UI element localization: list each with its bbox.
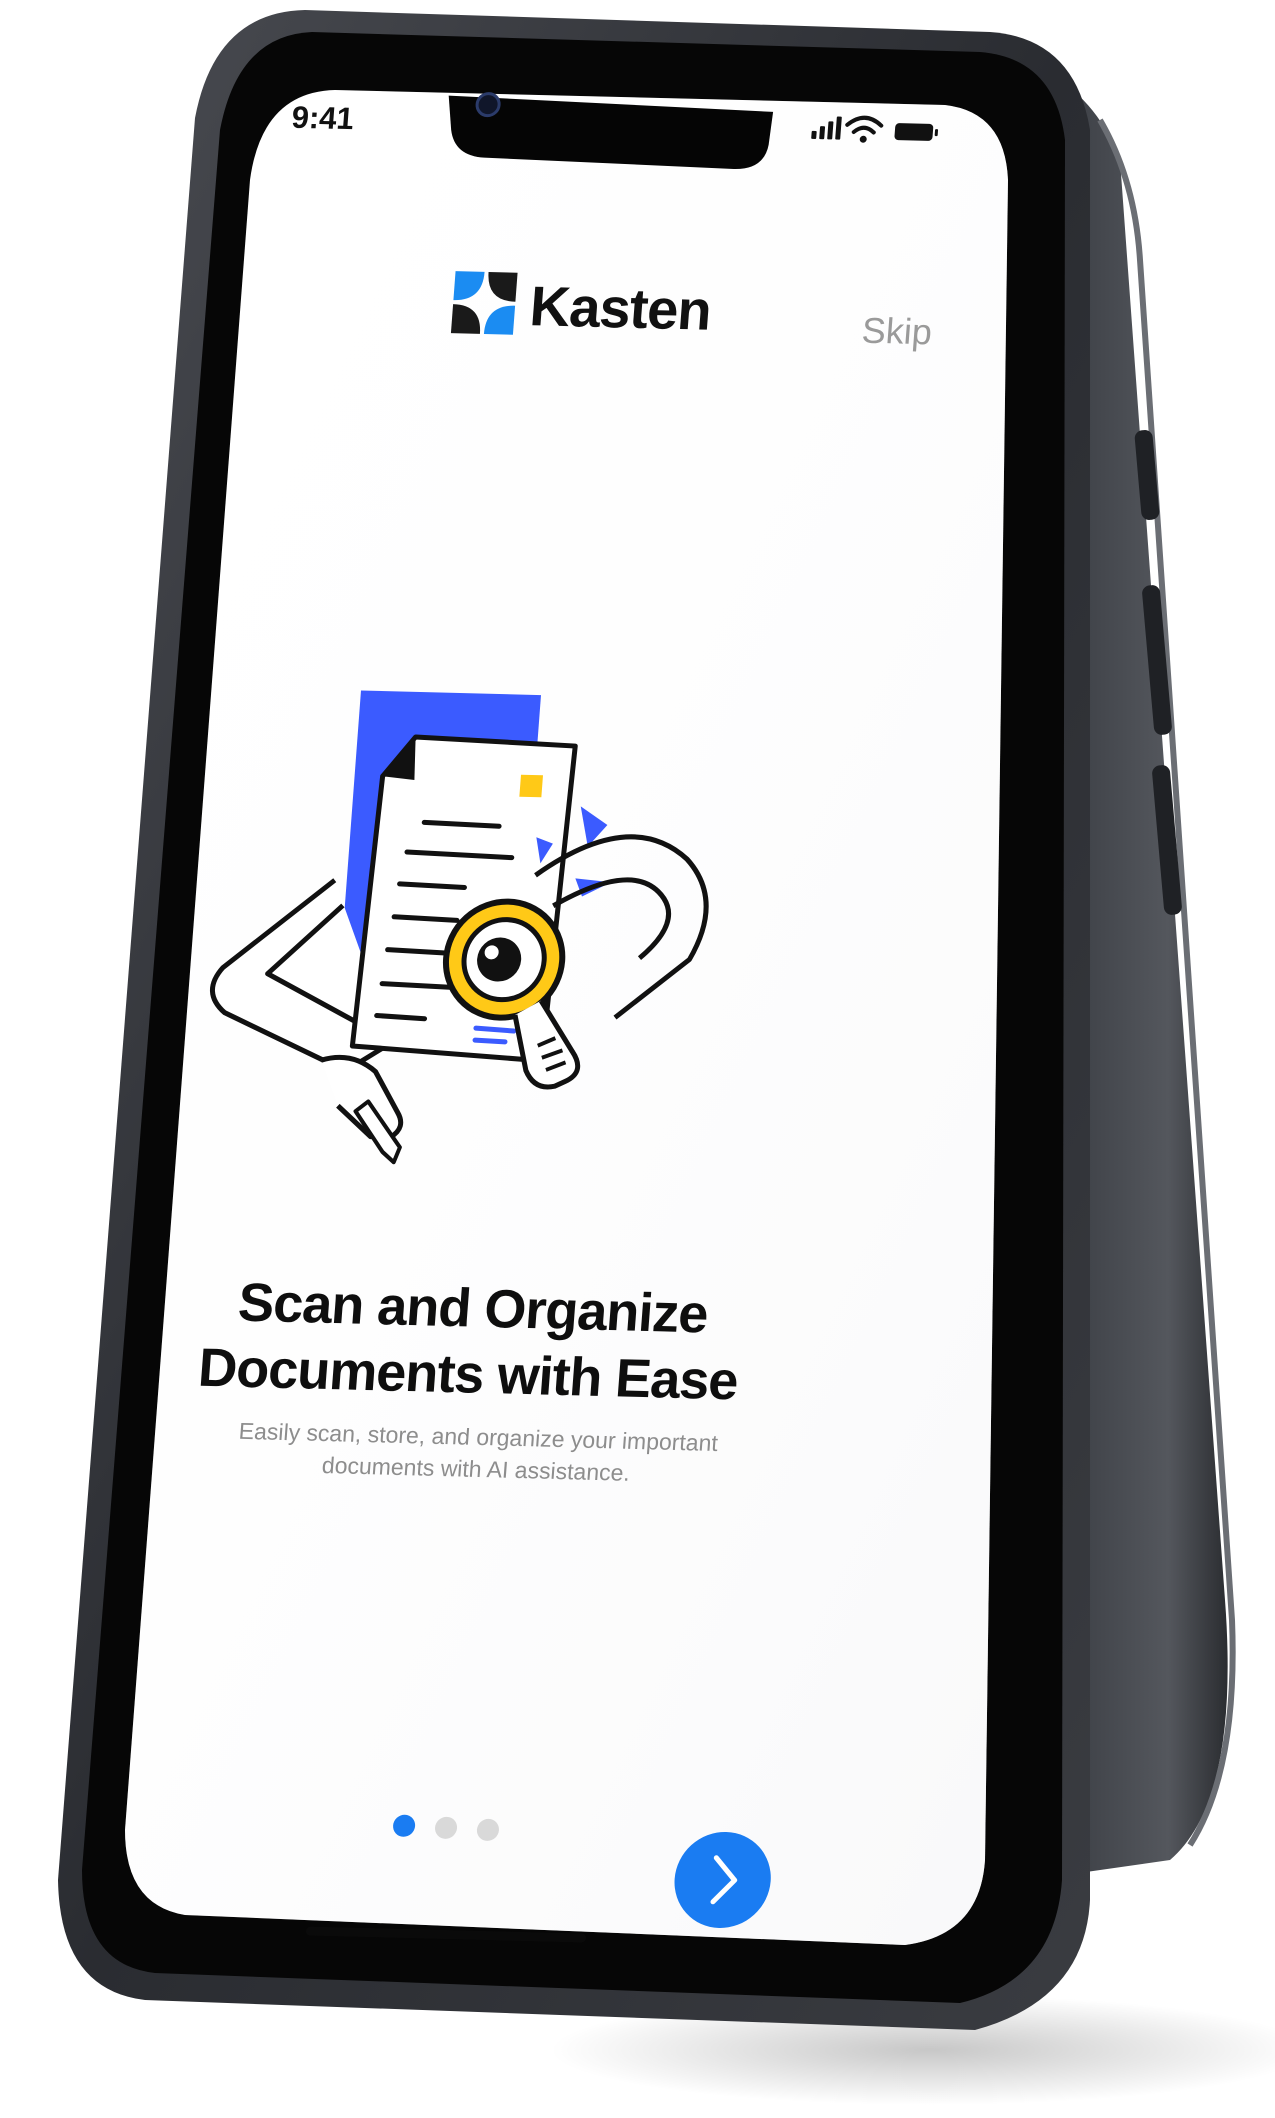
skip-button[interactable]: Skip: [860, 310, 933, 353]
status-time: 9:41: [290, 100, 355, 137]
illustration-yellow-square: [519, 774, 543, 798]
front-camera: [475, 92, 501, 118]
phone-mockup: 9:41 Kasten Skip Scan and Organize Docum…: [58, 10, 1275, 2105]
battery-icon: [894, 123, 939, 141]
onboarding-title-line-1: Scan and Organize: [236, 1273, 710, 1345]
brand-name: Kasten: [528, 274, 713, 342]
